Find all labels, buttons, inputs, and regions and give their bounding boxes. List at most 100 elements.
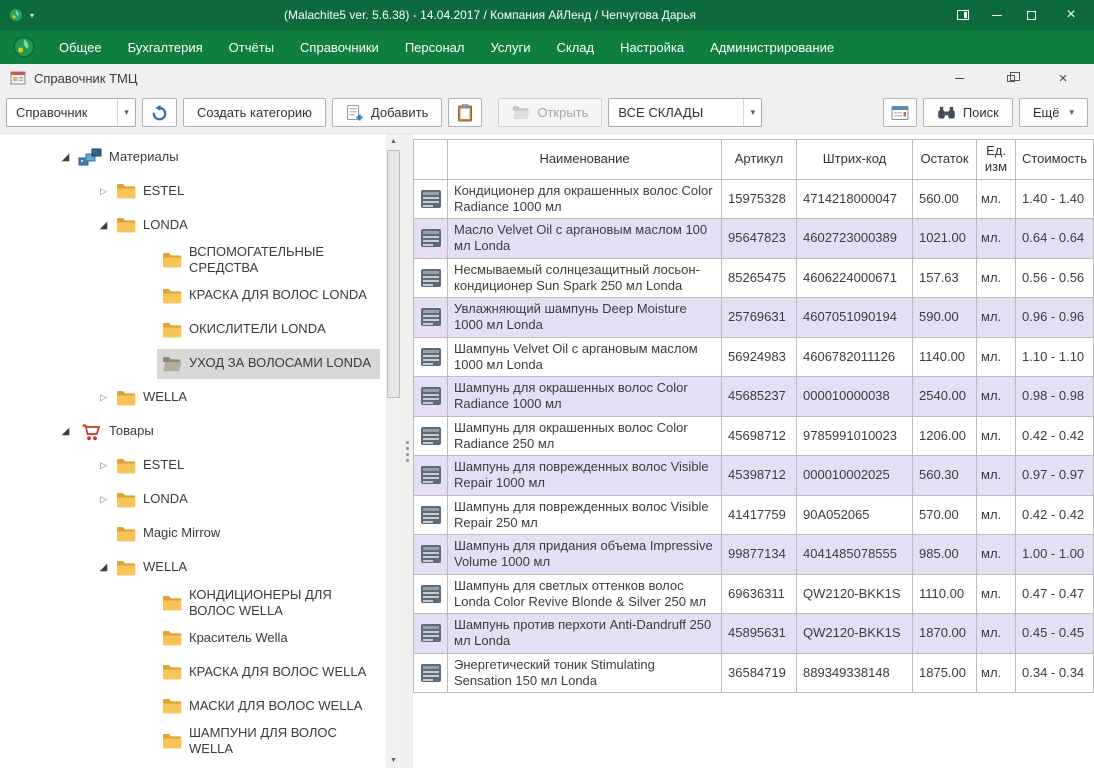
- cell-icon: [413, 377, 448, 417]
- undo-button[interactable]: [142, 98, 177, 127]
- cell-article: 45895631: [722, 614, 797, 654]
- cell-cost: 0.56 - 0.56: [1016, 259, 1094, 299]
- tree-item[interactable]: Magic Mirrow: [0, 517, 386, 551]
- open-button[interactable]: Открыть: [498, 98, 602, 127]
- table-row[interactable]: Шампунь для окрашенных волос Color Radia…: [413, 417, 1094, 457]
- cell-stock: 1875.00: [913, 654, 977, 694]
- tree-expand-arrow-icon[interactable]: ◢: [96, 220, 111, 231]
- menu-item-6[interactable]: Склад: [543, 30, 607, 64]
- menu-item-7[interactable]: Настройка: [607, 30, 697, 64]
- tree-item[interactable]: Краситель Wella: [0, 621, 386, 655]
- card-view-button[interactable]: [883, 98, 917, 127]
- panel-splitter[interactable]: [401, 134, 413, 768]
- tree-item[interactable]: КРАСКА ДЛЯ ВОЛОС LONDA: [0, 279, 386, 313]
- chevron-down-icon[interactable]: ▾: [743, 99, 761, 126]
- table-row[interactable]: Шампунь для поврежденных волос Visible R…: [413, 456, 1094, 496]
- tree-node: ESTEL: [111, 451, 380, 481]
- tree-item[interactable]: ◢ Материалы: [0, 140, 386, 174]
- reference-combo[interactable]: Справочник ▾: [6, 98, 136, 127]
- menu-item-8[interactable]: Администрирование: [697, 30, 847, 64]
- tree-item[interactable]: ◢ Товары: [0, 415, 386, 449]
- ribbon-panel-button[interactable]: [946, 0, 980, 30]
- menu-item-0[interactable]: Общее: [46, 30, 115, 64]
- scroll-down-button[interactable]: ▼: [386, 753, 401, 768]
- close-button[interactable]: ×: [1048, 0, 1094, 30]
- child-restore-button[interactable]: [1002, 69, 1020, 87]
- cell-unit: мл.: [977, 377, 1016, 417]
- tree: ◢ Материалы ▷ ESTEL ◢ LONDA ВСПОМОГАТЕЛЬ…: [0, 134, 386, 768]
- item-card-icon: [420, 386, 442, 406]
- app-logo-icon: [9, 8, 23, 22]
- table-row[interactable]: Шампунь против перхоти Anti-Dandruff 250…: [413, 614, 1094, 654]
- table-row[interactable]: Шампунь Velvet Oil с аргановым маслом 10…: [413, 338, 1094, 378]
- cell-stock: 570.00: [913, 496, 977, 536]
- cell-unit: мл.: [977, 654, 1016, 694]
- create-category-button[interactable]: Создать категорию: [183, 98, 326, 127]
- tree-scrollbar[interactable]: ▲ ▼: [386, 134, 401, 768]
- chevron-down-icon[interactable]: ▾: [117, 99, 135, 126]
- tree-item[interactable]: МАСКИ ДЛЯ ВОЛОС WELLA: [0, 689, 386, 723]
- warehouse-combo[interactable]: ВСЕ СКЛАДЫ ▾: [608, 98, 762, 127]
- header-barcode[interactable]: Штрих-код: [797, 139, 913, 180]
- tree-item[interactable]: ВСПОМОГАТЕЛЬНЫЕ СРЕДСТВА: [0, 242, 386, 279]
- table-row[interactable]: Шампунь для окрашенных волос Color Radia…: [413, 377, 1094, 417]
- table-row[interactable]: Шампунь для светлых оттенков волос Londa…: [413, 575, 1094, 615]
- header-name[interactable]: Наименование: [448, 139, 722, 180]
- header-stock[interactable]: Остаток: [913, 139, 977, 180]
- cell-name: Шампунь для придания объема Impressive V…: [448, 535, 722, 575]
- tree-item[interactable]: ◢ LONDA: [0, 208, 386, 242]
- child-close-button[interactable]: ×: [1054, 69, 1072, 87]
- tree-item[interactable]: ▷ ESTEL: [0, 449, 386, 483]
- table-row[interactable]: Шампунь для придания объема Impressive V…: [413, 535, 1094, 575]
- header-article[interactable]: Артикул: [722, 139, 797, 180]
- cell-icon: [413, 298, 448, 338]
- menu-item-1[interactable]: Бухгалтерия: [115, 30, 216, 64]
- tree-expand-arrow-icon[interactable]: ◢: [58, 426, 73, 437]
- search-button[interactable]: Поиск: [923, 98, 1013, 127]
- tree-item[interactable]: ОКИСЛИТЕЛИ LONDA: [0, 313, 386, 347]
- chevron-down-icon: ▾: [1069, 107, 1074, 118]
- more-button[interactable]: Ещё ▾: [1019, 98, 1088, 127]
- scrollbar-thumb[interactable]: [387, 150, 400, 398]
- menu-item-4[interactable]: Персонал: [392, 30, 478, 64]
- tree-node: WELLA: [111, 383, 380, 413]
- tree-item[interactable]: КОНДИЦИОНЕРЫ ДЛЯ ВОЛОС WELLA: [0, 585, 386, 622]
- header-cost[interactable]: Стоимость: [1016, 139, 1094, 180]
- table-row[interactable]: Кондиционер для окрашенных волос Color R…: [413, 180, 1094, 220]
- header-unit[interactable]: Ед. изм: [977, 139, 1016, 180]
- table-row[interactable]: Шампунь для поврежденных волос Visible R…: [413, 496, 1094, 536]
- tree-item[interactable]: ▷ WELLA: [0, 381, 386, 415]
- child-minimize-button[interactable]: [950, 69, 968, 87]
- cell-cost: 0.64 - 0.64: [1016, 219, 1094, 259]
- tree-item[interactable]: ШАМПУНИ ДЛЯ ВОЛОС WELLA: [0, 723, 386, 760]
- tree-collapse-arrow-icon[interactable]: ▷: [96, 460, 111, 471]
- tree-item[interactable]: УХОД ЗА ВОЛОСАМИ LONDA: [0, 347, 386, 381]
- tree-expand-arrow-icon[interactable]: ◢: [58, 152, 73, 163]
- cell-cost: 0.97 - 0.97: [1016, 456, 1094, 496]
- tree-item[interactable]: ◢ WELLA: [0, 551, 386, 585]
- cell-cost: 0.42 - 0.42: [1016, 417, 1094, 457]
- tree-item[interactable]: ▷ ESTEL: [0, 174, 386, 208]
- menu-bar: ОбщееБухгалтерияОтчётыСправочникиПерсона…: [0, 30, 1094, 64]
- tree-collapse-arrow-icon[interactable]: ▷: [96, 494, 111, 505]
- tree-item[interactable]: КРАСКА ДЛЯ ВОЛОС WELLA: [0, 655, 386, 689]
- tree-item-label: WELLA: [143, 559, 187, 575]
- tree-collapse-arrow-icon[interactable]: ▷: [96, 186, 111, 197]
- table-row[interactable]: Увлажняющий шампунь Deep Moisture 1000 м…: [413, 298, 1094, 338]
- menu-item-5[interactable]: Услуги: [478, 30, 544, 64]
- app-menu-logo-icon[interactable]: [13, 36, 35, 58]
- menu-item-3[interactable]: Справочники: [287, 30, 392, 64]
- tree-item[interactable]: ▷ LONDA: [0, 483, 386, 517]
- maximize-button[interactable]: [1014, 0, 1048, 30]
- minimize-button[interactable]: [980, 0, 1014, 30]
- table-row[interactable]: Масло Velvet Oil с аргановым маслом 100 …: [413, 219, 1094, 259]
- child-window-title: Справочник ТМЦ: [34, 71, 950, 86]
- scroll-up-button[interactable]: ▲: [386, 134, 401, 149]
- tree-expand-arrow-icon[interactable]: ◢: [96, 562, 111, 573]
- menu-item-2[interactable]: Отчёты: [216, 30, 287, 64]
- table-row[interactable]: Несмываемый солнцезащитный лосьон-кондиц…: [413, 259, 1094, 299]
- paste-button[interactable]: [448, 98, 482, 127]
- add-button[interactable]: Добавить: [332, 98, 442, 127]
- table-row[interactable]: Энергетический тоник Stimulating Sensati…: [413, 654, 1094, 694]
- tree-collapse-arrow-icon[interactable]: ▷: [96, 392, 111, 403]
